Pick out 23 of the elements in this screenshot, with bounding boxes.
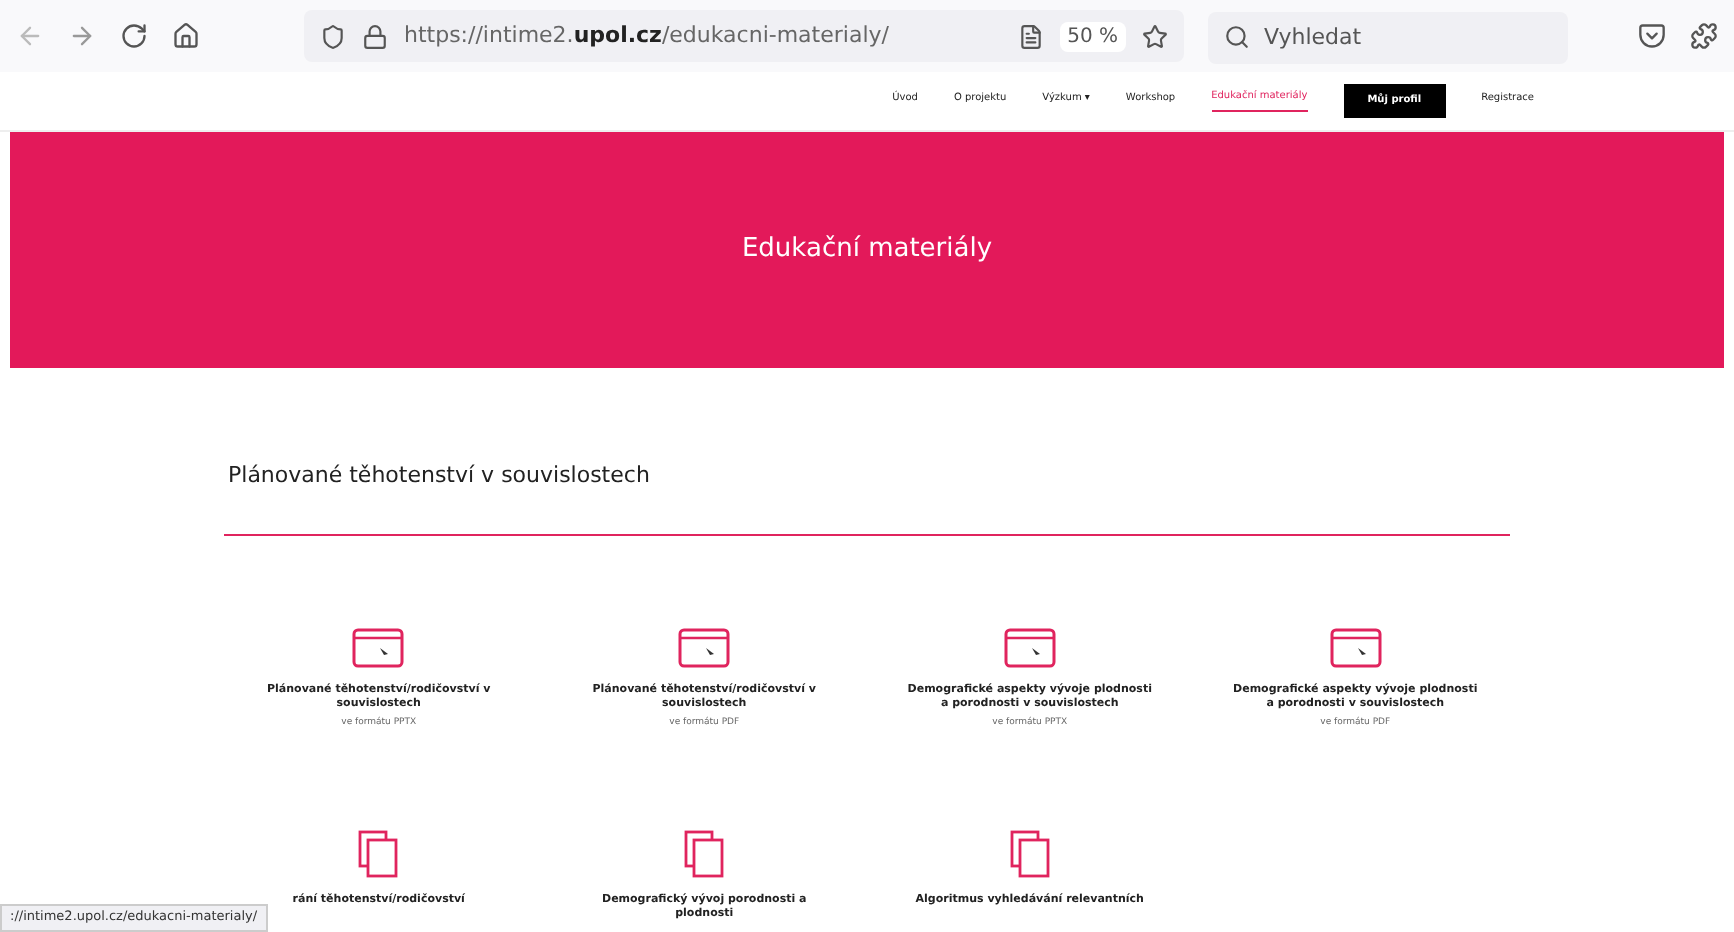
reload-icon[interactable] bbox=[120, 22, 148, 50]
documents-icon bbox=[1009, 830, 1050, 879]
extensions-icon[interactable] bbox=[1690, 22, 1718, 50]
documents-icon bbox=[684, 830, 725, 879]
zoom-level[interactable]: 50 % bbox=[1059, 21, 1126, 51]
browser-window-icon bbox=[678, 627, 731, 667]
url-text: https://intime2.upol.cz/edukacni-materialy/ bbox=[404, 19, 889, 52]
browser-window-icon bbox=[352, 627, 405, 667]
lock-icon bbox=[362, 23, 388, 49]
reader-view-icon[interactable] bbox=[1017, 23, 1044, 49]
section-title: Plánované těhotenství v souvislostech bbox=[226, 460, 652, 492]
bookmark-star-icon[interactable] bbox=[1142, 23, 1168, 49]
search-field[interactable]: Vyhledat bbox=[1208, 11, 1568, 63]
home-icon[interactable] bbox=[172, 22, 200, 50]
search-icon bbox=[1224, 24, 1250, 50]
documents-icon bbox=[358, 830, 399, 879]
forward-icon[interactable] bbox=[68, 22, 96, 50]
browser-window-icon bbox=[1329, 627, 1382, 667]
address-bar[interactable]: https://intime2.upol.cz/edukacni-materialy/ 50 % bbox=[304, 10, 1184, 62]
pocket-icon[interactable] bbox=[1638, 22, 1666, 50]
shield-icon bbox=[320, 23, 346, 49]
browser-window-icon bbox=[1003, 627, 1056, 667]
hero-title: Edukační materiály bbox=[741, 232, 993, 269]
